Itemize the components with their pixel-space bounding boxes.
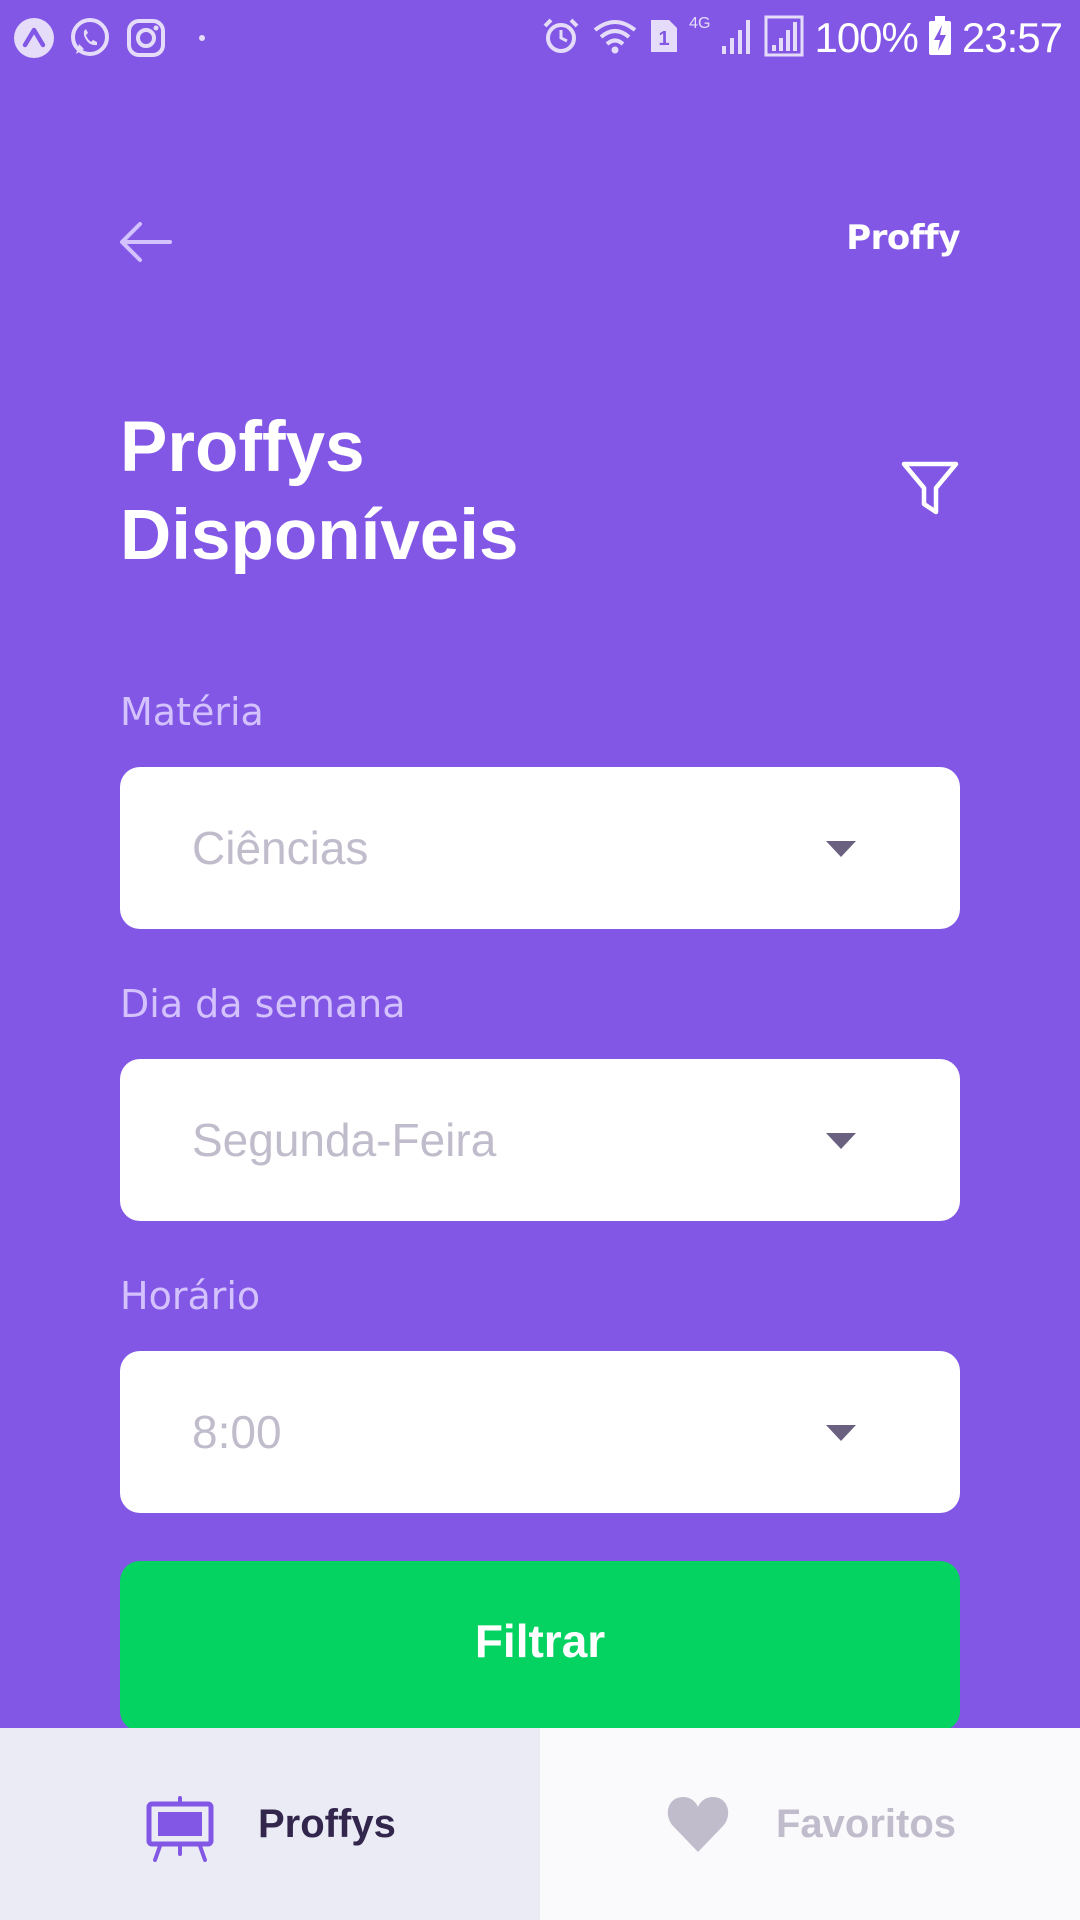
dot-icon <box>180 16 224 65</box>
wifi-icon <box>591 16 639 61</box>
system-status-icons: 1 4G 100% 23:57 <box>531 12 1063 64</box>
easel-icon <box>146 1796 214 1867</box>
subject-select[interactable]: Ciências <box>120 767 960 929</box>
tab-bar: Proffys Favoritos <box>0 1728 1080 1920</box>
signal-icon <box>720 16 754 61</box>
week-day-label: Dia da semana <box>120 982 406 1026</box>
arrow-left-icon <box>120 222 172 262</box>
tab-proffys[interactable]: Proffys <box>0 1728 540 1920</box>
alarm-icon <box>541 16 581 61</box>
tab-favoritos-label: Favoritos <box>776 1802 957 1846</box>
notification-icons <box>12 16 236 65</box>
whatsapp-icon <box>68 16 112 65</box>
back-button[interactable] <box>116 220 176 264</box>
filter-toggle-button[interactable] <box>900 458 960 518</box>
time-select-value: 8:00 <box>192 1406 282 1458</box>
battery-level: 100% <box>814 14 918 61</box>
time-label: Horário <box>120 1274 261 1318</box>
page-title-line-1: Proffys <box>120 408 365 487</box>
instagram-icon <box>124 16 168 65</box>
app-logo: Proffy <box>846 218 960 258</box>
heart-icon <box>666 1794 730 1859</box>
tab-proffys-label: Proffys <box>258 1802 396 1846</box>
subject-label: Matéria <box>120 690 264 734</box>
battery-charging-icon <box>928 15 952 61</box>
chevron-down-icon <box>826 841 856 857</box>
week-day-select-value: Segunda-Feira <box>192 1114 497 1166</box>
sim-slot-number: 1 <box>659 28 670 50</box>
clock: 23:57 <box>961 14 1063 61</box>
page-title-line-2: Disponíveis <box>120 496 519 575</box>
tab-favoritos[interactable]: Favoritos <box>540 1728 1080 1920</box>
chevron-down-icon <box>826 1425 856 1441</box>
filter-submit-button[interactable]: Filtrar <box>120 1561 960 1731</box>
network-type: 4G <box>689 15 711 32</box>
sim-icon: 1 <box>649 18 679 59</box>
filter-icon <box>901 461 959 515</box>
time-select[interactable]: 8:00 <box>120 1351 960 1513</box>
page-title: Proffys Disponíveis <box>120 404 760 580</box>
signal-icon <box>764 15 804 62</box>
week-day-select[interactable]: Segunda-Feira <box>120 1059 960 1221</box>
app-notification-icon <box>12 16 56 65</box>
chevron-down-icon <box>826 1133 856 1149</box>
subject-select-value: Ciências <box>192 822 369 874</box>
status-bar: 1 4G 100% 23:57 <box>0 0 1080 76</box>
